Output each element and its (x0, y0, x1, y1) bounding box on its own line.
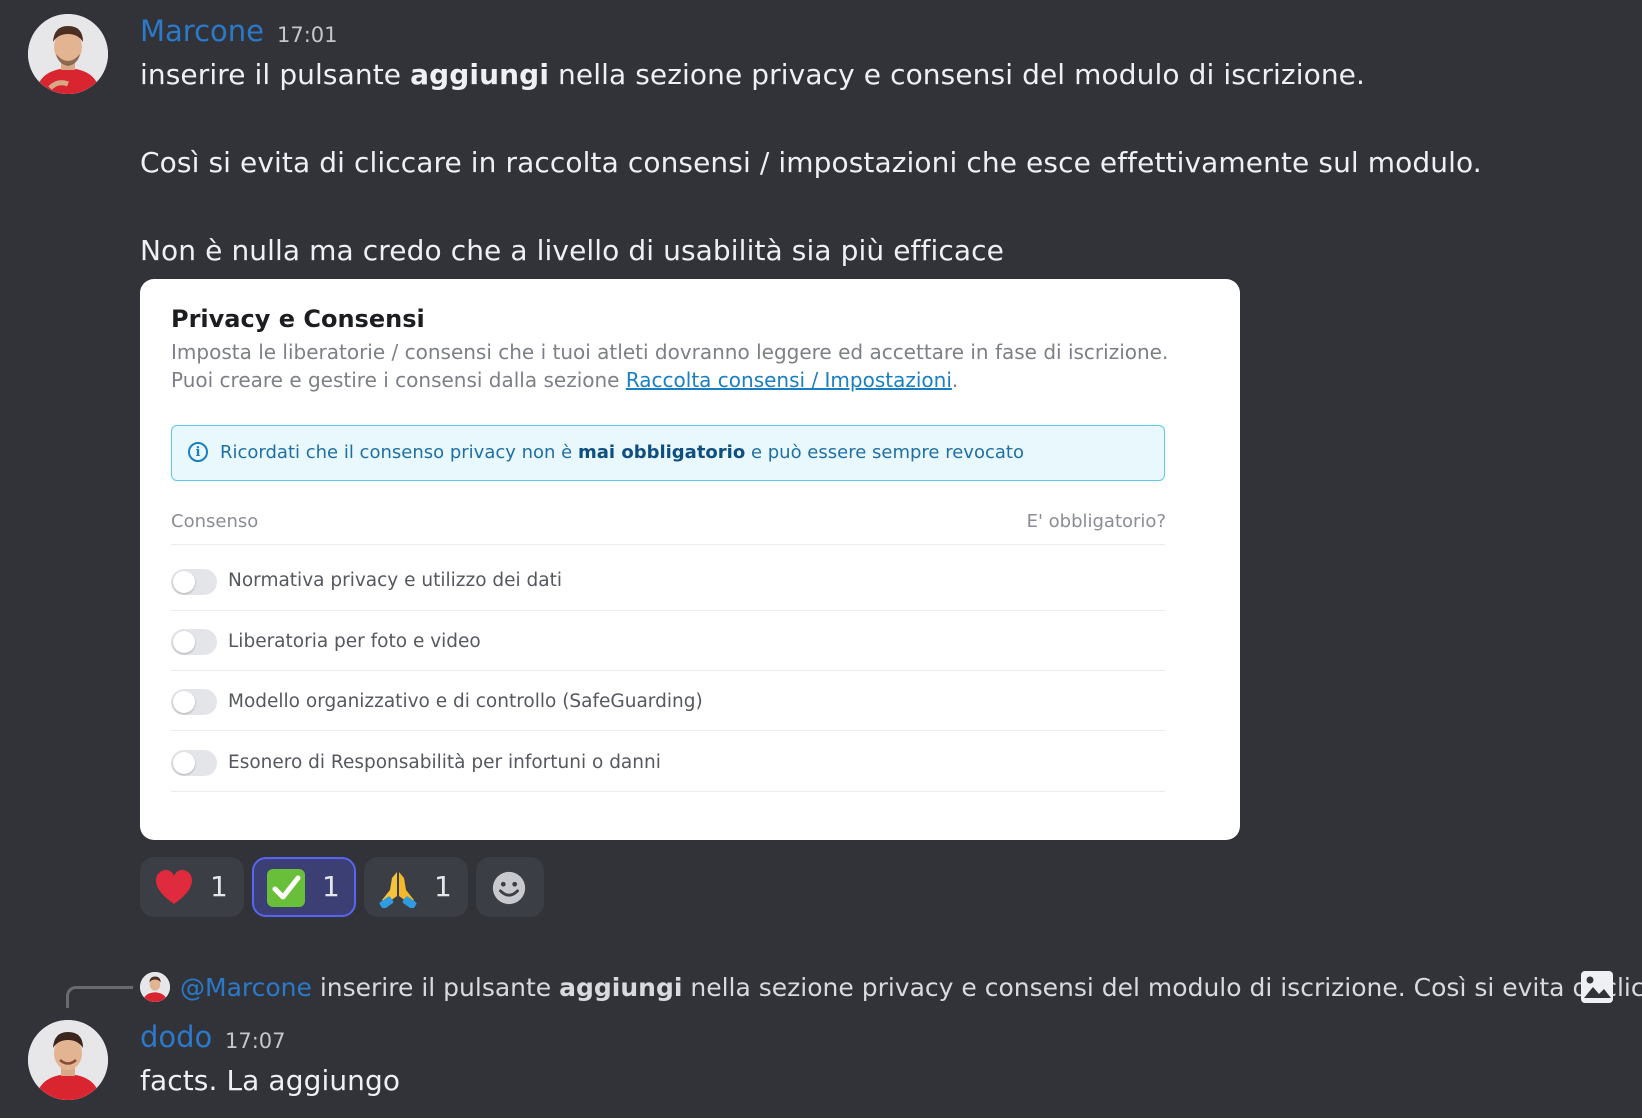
reaction-count: 1 (434, 870, 452, 903)
info-text: e può essere sempre revocato (745, 442, 1024, 463)
embed-description-line2: Puoi creare e gestire i consensi dalla s… (171, 368, 958, 392)
reply-connector (66, 986, 133, 1008)
embed-title: Privacy e Consensi (171, 305, 425, 333)
message-text: inserire il pulsante (140, 58, 411, 91)
reply-text: nella sezione privacy e consensi del mod… (682, 973, 1642, 1002)
divider (171, 730, 1165, 731)
toggle-privacy[interactable] (171, 569, 217, 595)
info-alert-text: Ricordati che il consenso privacy non è … (220, 442, 1024, 463)
reply-text: inserire il pulsante (311, 973, 560, 1002)
divider (171, 791, 1165, 792)
toggle-safeguarding[interactable] (171, 689, 217, 715)
toggle-photo-video[interactable] (171, 629, 217, 655)
reaction-pray[interactable]: 1 (364, 857, 468, 917)
consent-label: Normativa privacy e utilizzo dei dati (228, 570, 563, 591)
reaction-count: 1 (322, 870, 340, 903)
consent-label: Esonero di Responsabilità per infortuni … (228, 752, 661, 773)
message-line-3: Non è nulla ma credo che a livello di us… (140, 234, 1004, 267)
reply-preview[interactable]: @Marcone inserire il pulsante aggiungi n… (180, 973, 1642, 1002)
image-icon[interactable] (1580, 970, 1614, 1004)
reaction-heart[interactable]: 1 (140, 857, 244, 917)
author-name[interactable]: dodo (140, 1020, 212, 1054)
message-timestamp: 17:01 (277, 23, 338, 47)
author-name[interactable]: Marcone (140, 14, 264, 48)
embed-description-text: Puoi creare e gestire i consensi dalla s… (171, 368, 626, 392)
message-timestamp: 17:07 (225, 1029, 286, 1053)
consent-label: Liberatoria per foto e video (228, 631, 481, 652)
avatar-marcone[interactable] (28, 14, 108, 94)
reply-avatar[interactable] (140, 972, 170, 1002)
avatar-dodo[interactable] (28, 1020, 108, 1100)
consents-settings-link[interactable]: Raccolta consensi / Impostazioni (626, 368, 952, 392)
heart-emoji (156, 870, 192, 904)
divider (171, 544, 1165, 545)
divider (171, 670, 1165, 671)
column-required: E' obbligatorio? (1026, 511, 1166, 532)
info-text: Ricordati che il consenso privacy non è (220, 442, 578, 463)
column-consent: Consenso (171, 511, 259, 532)
consent-label: Modello organizzativo e di controllo (Sa… (228, 691, 703, 712)
message-bold-text: aggiungi (410, 58, 550, 91)
reaction-check[interactable]: 1 (252, 857, 356, 917)
info-bold-text: mai obbligatorio (577, 442, 746, 463)
toggle-liability[interactable] (171, 750, 217, 776)
reply-mention[interactable]: @Marcone (180, 973, 312, 1002)
embed-description: Imposta le liberatorie / consensi che i … (171, 340, 1169, 364)
reaction-count: 1 (210, 870, 228, 903)
attached-image[interactable]: Privacy e Consensi Imposta le liberatori… (140, 279, 1240, 840)
message-text: nella sezione privacy e consensi del mod… (549, 58, 1365, 91)
reply-bold-text: aggiungi (559, 973, 683, 1002)
message-line-1: inserire il pulsante aggiungi nella sezi… (140, 58, 1365, 91)
message-line-2: Così si evita di cliccare in raccolta co… (140, 146, 1482, 179)
info-alert: i Ricordati che il consenso privacy non … (171, 425, 1165, 481)
smiley-icon (492, 871, 526, 905)
divider (171, 610, 1165, 611)
info-icon: i (188, 442, 208, 462)
add-reaction-button[interactable] (476, 857, 544, 917)
folded-hands-emoji (379, 872, 417, 908)
message-text: facts. La aggiungo (140, 1064, 401, 1097)
check-mark-emoji (267, 869, 305, 907)
embed-description-period: . (951, 368, 959, 392)
